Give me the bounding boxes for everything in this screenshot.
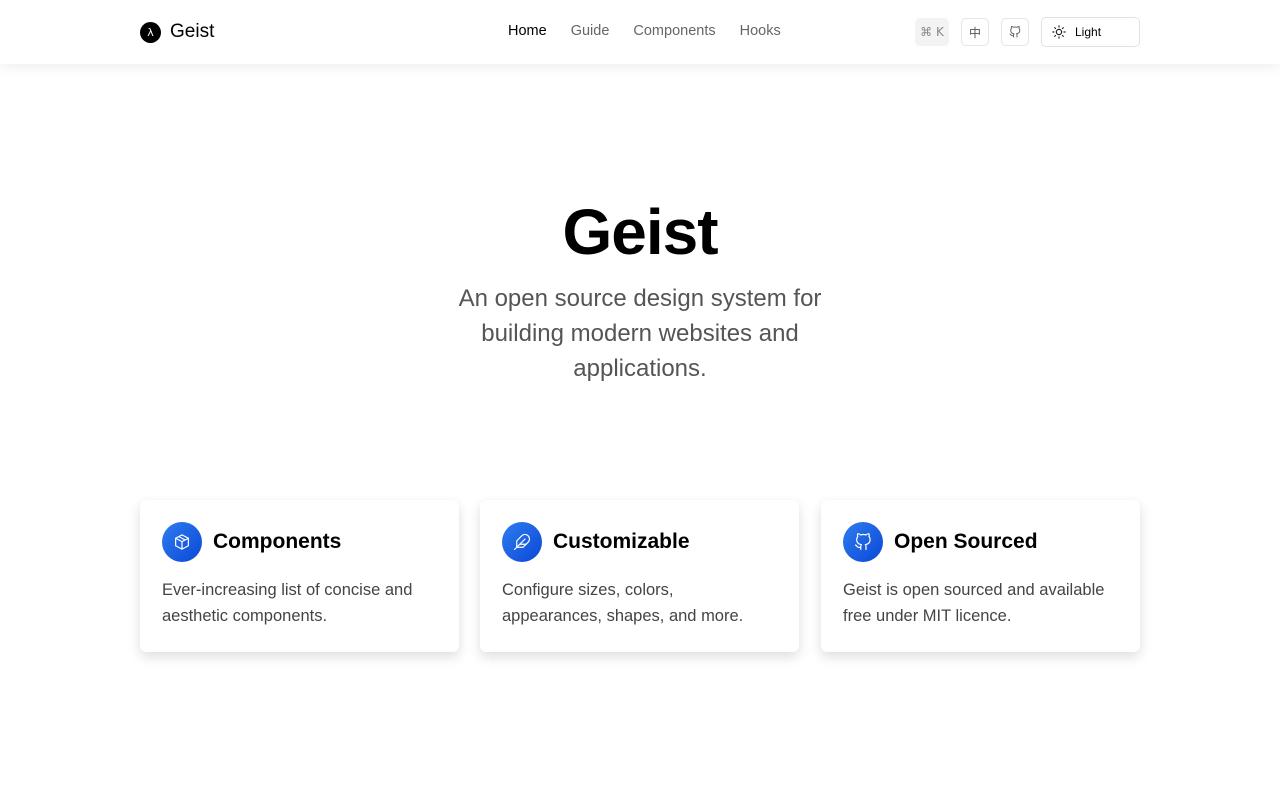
- card-title: Components: [213, 530, 342, 553]
- lambda-logo-icon: λ: [140, 21, 161, 43]
- nav-home[interactable]: Home: [508, 21, 547, 41]
- home-logo-link[interactable]: λ Geist: [140, 20, 214, 44]
- hero-title: Geist: [562, 196, 718, 268]
- card-icon-circle: [502, 522, 542, 562]
- package-icon: [175, 534, 189, 550]
- github-icon: [1009, 26, 1021, 38]
- card-header: Customizable: [502, 522, 777, 562]
- card-title: Customizable: [553, 530, 690, 553]
- main-nav: Home Guide Components Hooks: [508, 21, 805, 41]
- nav-components[interactable]: Components: [633, 21, 715, 41]
- card-icon-circle: [162, 522, 202, 562]
- language-toggle-button[interactable]: 中: [961, 18, 989, 46]
- card-title: Open Sourced: [894, 530, 1038, 553]
- card-description: Ever-increasing list of concise and aest…: [162, 581, 413, 625]
- github-icon: [854, 533, 871, 551]
- card-description: Configure sizes, colors, appearances, sh…: [502, 581, 744, 625]
- feather-icon: [513, 533, 531, 551]
- nav-guide[interactable]: Guide: [571, 21, 610, 41]
- nav-hooks[interactable]: Hooks: [740, 21, 781, 41]
- language-label: 中: [968, 25, 981, 40]
- hero-subtitle: An open source design system for buildin…: [458, 285, 822, 382]
- theme-select-value: Light: [1075, 25, 1102, 39]
- site-header: λ Geist Home Guide Components Hooks ⌘ K …: [0, 0, 1280, 64]
- search-shortcut-button[interactable]: ⌘ K: [915, 18, 949, 46]
- sun-icon: [1052, 25, 1066, 39]
- card-header: Open Sourced: [843, 522, 1118, 562]
- card-icon-circle: [843, 522, 883, 562]
- logo-text: Geist: [170, 21, 215, 42]
- theme-select[interactable]: Light: [1041, 17, 1140, 47]
- feature-card-components[interactable]: Components Ever-increasing list of conci…: [140, 500, 459, 652]
- feature-card-customizable[interactable]: Customizable Configure sizes, colors, ap…: [480, 500, 799, 652]
- card-header: Components: [162, 522, 437, 562]
- header-controls: ⌘ K 中 Light: [915, 17, 1140, 47]
- feature-card-open-sourced[interactable]: Open Sourced Geist is open sourced and a…: [821, 500, 1140, 652]
- card-description: Geist is open sourced and available free…: [843, 581, 1105, 625]
- github-link-button[interactable]: [1001, 18, 1029, 46]
